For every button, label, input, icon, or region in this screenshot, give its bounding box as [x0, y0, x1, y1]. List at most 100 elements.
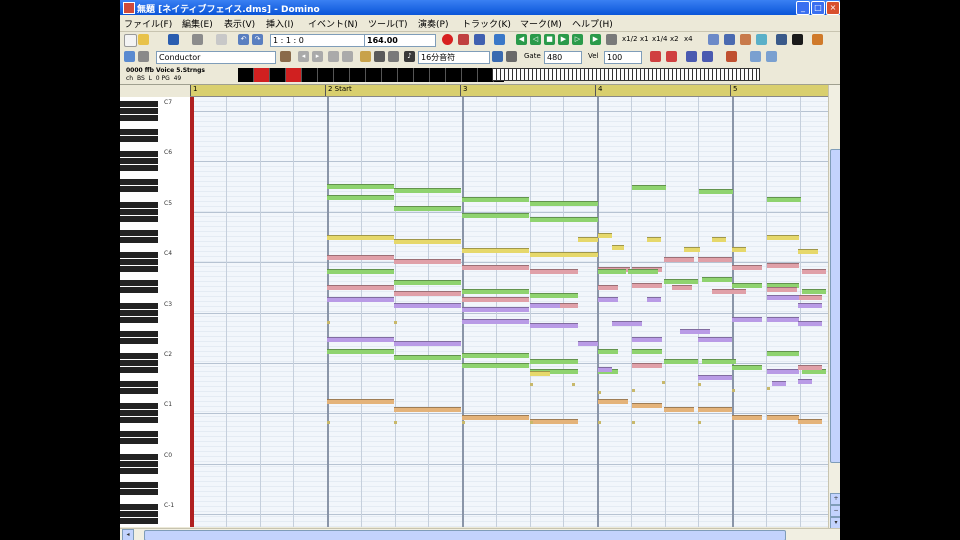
midi-note[interactable] — [632, 185, 666, 190]
mini-keyboard[interactable] — [492, 68, 760, 81]
black-key[interactable] — [120, 488, 158, 495]
midi-note[interactable] — [798, 321, 822, 326]
midi-note[interactable] — [798, 419, 822, 424]
midi-note[interactable] — [394, 239, 461, 244]
midi-note[interactable] — [802, 269, 826, 274]
event-list-icon[interactable] — [708, 34, 719, 45]
track-icon[interactable] — [124, 51, 135, 62]
black-key[interactable] — [120, 337, 158, 344]
record-mode-icon[interactable] — [458, 34, 469, 45]
midi-note[interactable] — [698, 407, 732, 412]
snap-icon[interactable] — [726, 51, 737, 62]
midi-note[interactable] — [394, 259, 461, 264]
rewind-icon[interactable]: ◀ — [516, 34, 527, 45]
midi-note[interactable] — [647, 237, 661, 242]
zoom-label-quarter[interactable]: x1/4 — [652, 35, 667, 43]
midi-note[interactable] — [767, 197, 801, 202]
midi-note[interactable] — [702, 277, 732, 282]
maximize-button[interactable]: □ — [811, 1, 825, 15]
midi-note[interactable] — [327, 349, 394, 354]
select-box-icon[interactable] — [374, 51, 385, 62]
black-key[interactable] — [120, 417, 158, 424]
midi-note[interactable] — [327, 195, 394, 200]
midi-note[interactable] — [767, 235, 799, 240]
midi-note[interactable] — [699, 189, 733, 194]
zoom-label-x1[interactable]: x1 — [640, 35, 649, 43]
pencil-small-icon[interactable] — [138, 51, 149, 62]
record-icon[interactable] — [442, 34, 453, 45]
black-key[interactable] — [120, 229, 158, 236]
black-key[interactable] — [120, 467, 158, 474]
midi-note[interactable] — [702, 359, 736, 364]
zoom-in-v-icon[interactable]: + — [830, 493, 840, 505]
right-arrow-icon[interactable]: ▸ — [312, 51, 323, 62]
loop-icon[interactable] — [474, 34, 485, 45]
vel-input[interactable]: 100 — [604, 51, 642, 64]
scroll-left-icon[interactable]: ◂ — [122, 529, 134, 540]
note-icon[interactable]: ♪ — [404, 51, 415, 62]
midi-note[interactable] — [394, 407, 461, 412]
midi-note[interactable] — [798, 303, 822, 308]
triplet-icon[interactable] — [492, 51, 503, 62]
zoom-label-half[interactable]: x1/2 — [622, 35, 637, 43]
midi-note[interactable] — [530, 419, 578, 424]
midi-note[interactable] — [664, 279, 698, 284]
black-key[interactable] — [120, 453, 158, 460]
black-key[interactable] — [120, 252, 158, 259]
midi-note[interactable] — [462, 319, 529, 324]
midi-note[interactable] — [712, 289, 746, 294]
midi-note[interactable] — [798, 379, 812, 384]
midi-note[interactable] — [698, 337, 732, 342]
black-key[interactable] — [120, 158, 158, 165]
save-icon[interactable] — [168, 34, 179, 45]
midi-note[interactable] — [632, 337, 662, 342]
black-key[interactable] — [120, 115, 158, 121]
black-key[interactable] — [120, 236, 158, 243]
midi-note[interactable] — [767, 263, 799, 268]
black-key[interactable] — [120, 353, 158, 359]
grid-icon[interactable] — [750, 51, 761, 62]
menu-tools[interactable]: ツール(T) — [368, 17, 408, 30]
redo-icon[interactable]: ↷ — [252, 34, 263, 45]
midi-note[interactable] — [698, 257, 732, 262]
piano-keyboard[interactable]: C7 C6 C5 C4 C3 C2 C1 C0 C-1 — [120, 97, 192, 527]
black-key[interactable] — [120, 179, 158, 186]
midi-note[interactable] — [664, 257, 694, 262]
midi-note[interactable] — [732, 365, 762, 370]
black-key[interactable] — [120, 151, 158, 158]
midi-note[interactable] — [732, 283, 762, 288]
view-icon[interactable] — [766, 51, 777, 62]
piano-roll-icon[interactable] — [724, 34, 735, 45]
step-left-icon[interactable] — [328, 51, 339, 62]
midi-note[interactable] — [732, 317, 762, 322]
pencil-icon[interactable] — [360, 51, 371, 62]
black-key[interactable] — [120, 431, 158, 438]
menu-track[interactable]: トラック(K) — [462, 17, 511, 30]
play-icon[interactable]: ▶ — [558, 34, 569, 45]
midi-note[interactable] — [632, 283, 662, 288]
midi-note[interactable] — [712, 237, 726, 242]
measure-ruler[interactable]: 1 2 Start 3 4 5 — [190, 85, 828, 97]
midi-note[interactable] — [394, 303, 461, 308]
list-icon[interactable] — [280, 51, 291, 62]
piano-roll-grid[interactable] — [192, 97, 828, 527]
midi-note[interactable] — [462, 297, 529, 302]
zoom-out-icon[interactable] — [666, 51, 677, 62]
dotted-icon[interactable] — [506, 51, 517, 62]
horizontal-scrollbar[interactable]: ◂ — [120, 528, 840, 540]
midi-note[interactable] — [767, 351, 799, 356]
midi-note[interactable] — [462, 353, 529, 358]
midi-note[interactable] — [632, 403, 662, 408]
black-key[interactable] — [120, 201, 158, 208]
midi-note[interactable] — [680, 329, 710, 334]
black-key[interactable] — [120, 381, 158, 387]
midi-note[interactable] — [462, 307, 529, 312]
midi-note[interactable] — [598, 297, 618, 302]
midi-note[interactable] — [598, 399, 628, 404]
midi-note[interactable] — [462, 265, 529, 270]
cut-icon[interactable] — [216, 34, 227, 45]
midi-note[interactable] — [798, 365, 822, 370]
black-key[interactable] — [120, 518, 158, 525]
midi-note[interactable] — [598, 367, 612, 372]
grid-view-icon[interactable] — [756, 34, 767, 45]
